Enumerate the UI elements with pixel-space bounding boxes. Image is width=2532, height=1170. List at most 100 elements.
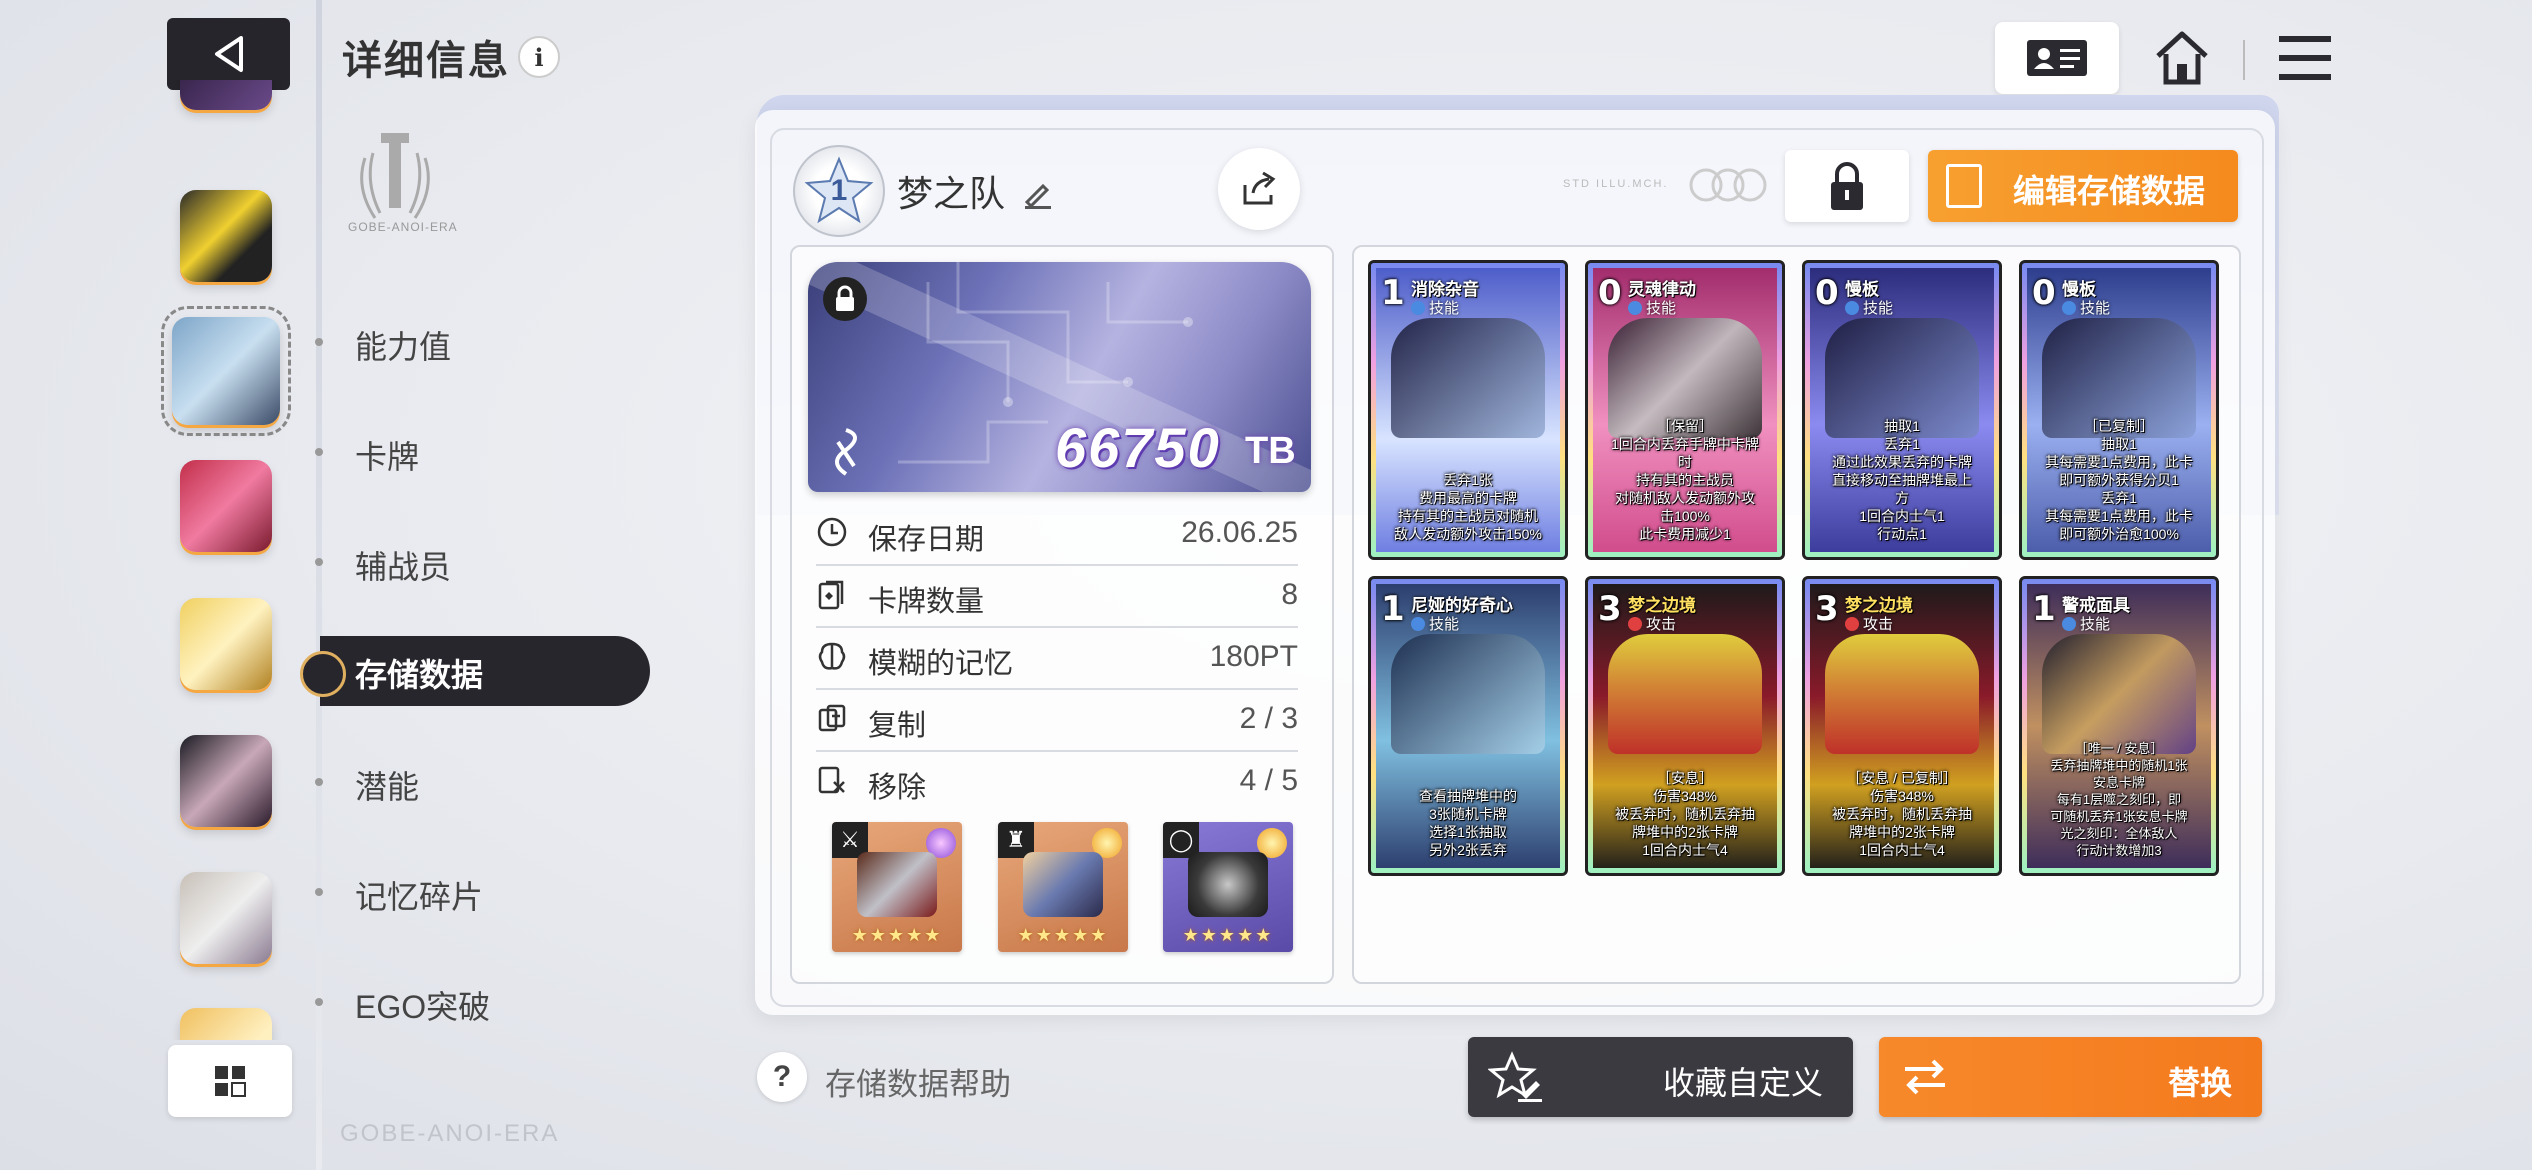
character-avatar[interactable] [180, 190, 272, 282]
nav-bullet [315, 998, 323, 1006]
stat-value: 8 [1281, 578, 1298, 611]
help-link[interactable]: 存储数据帮助 [825, 1059, 1011, 1104]
tb-lock-icon [823, 277, 867, 321]
equipment-slot-armor[interactable]: ♜ ★★★★★ [998, 822, 1128, 952]
rarity-stars: ★★★★★ [1017, 925, 1109, 945]
card-cost: 1 [1381, 589, 1405, 629]
card-type-label: 技能 [1863, 300, 1894, 317]
card-cost: 3 [1598, 589, 1622, 629]
card-type: 技能 [1411, 297, 1459, 318]
nav-item-cards[interactable]: 卡牌 [355, 432, 419, 478]
stat-label: 复制 [868, 710, 927, 742]
remove-icon [818, 766, 845, 794]
weapon-art [857, 852, 937, 917]
nav-item-support[interactable]: 辅战员 [355, 542, 451, 588]
card-type: 技能 [1628, 297, 1676, 318]
favorite-custom-label: 收藏自定义 [1662, 1065, 1823, 1101]
character-avatar[interactable] [180, 80, 272, 110]
skill-icon [2062, 617, 2076, 631]
nav-item-saved-data-label: 存储数据 [355, 657, 484, 693]
deck-card[interactable]: 3 梦之边境 攻击 ［安息］ 伤害348% 被丢弃时，随机丢弃抽 牌堆中的2张卡… [1585, 576, 1785, 876]
sidebar-divider [316, 0, 322, 1170]
edit-saved-data-button[interactable]: 编辑存储数据 [1928, 150, 2238, 222]
menu-icon[interactable] [2275, 30, 2335, 86]
character-avatar[interactable] [180, 872, 272, 964]
copy-icon [818, 704, 846, 732]
emblem-text: GOBE-ANOI-ERA [348, 220, 458, 234]
card-type: 攻击 [1845, 613, 1893, 634]
card-type-label: 技能 [1429, 616, 1460, 633]
rarity-stars: ★★★★★ [851, 925, 943, 945]
stat-value: 26.06.25 [1181, 516, 1298, 549]
nav-item-stats[interactable]: 能力值 [355, 322, 451, 368]
card-type-label: 攻击 [1863, 616, 1894, 633]
character-avatar[interactable] [180, 598, 272, 690]
character-avatar[interactable] [180, 460, 272, 552]
deck-card[interactable]: 3 梦之边境 攻击 ［安息 / 已复制］ 伤害348% 被丢弃时，随机丢弃抽 牌… [1802, 576, 2002, 876]
accessory-art [1188, 852, 1268, 917]
header-divider [2243, 40, 2245, 80]
deck-card[interactable]: 0 灵魂律动 技能 ［保留］ 1回合内丢弃手牌中卡牌 时 持有其的主战员 对随机… [1585, 260, 1785, 560]
deck-card[interactable]: 1 尼娅的好奇心 技能 查看抽牌堆中的 3张随机卡牌 选择1张抽取 另外2张丢弃 [1368, 576, 1568, 876]
bottom-logo: GOBE-ANOI-ERA [340, 1120, 560, 1147]
deck-card[interactable]: 0 慢板 技能 抽取1 丢弃1 通过此效果丢弃的卡牌 直接移动至抽牌堆最上 方 … [1802, 260, 2002, 560]
card-cost: 0 [1815, 273, 1839, 313]
card-description: 查看抽牌堆中的 3张随机卡牌 选择1张抽取 另外2张丢弃 [1419, 788, 1517, 858]
info-icon[interactable]: i [518, 36, 560, 78]
home-icon [2156, 31, 2208, 85]
character-list[interactable] [160, 80, 295, 1040]
profile-card-button[interactable] [1995, 22, 2119, 94]
stat-row-remove: 移除 4 / 5 [816, 750, 1298, 812]
deck-name[interactable]: 梦之队 [897, 165, 1055, 217]
card-cost: 3 [1815, 589, 1839, 629]
home-button[interactable] [2150, 26, 2214, 90]
star-edit-icon [1488, 1051, 1542, 1102]
help-icon[interactable]: ? [757, 1052, 807, 1102]
card-description: ［保留］ 1回合内丢弃手牌中卡牌 时 持有其的主战员 对随机敌人发动额外攻 击1… [1611, 418, 1759, 542]
card-type-label: 攻击 [1646, 616, 1677, 633]
card-description: ［安息 / 已复制］ 伤害348% 被丢弃时，随机丢弃抽 牌堆中的2张卡牌 1回… [1832, 770, 1972, 858]
nav-bullet [315, 338, 323, 346]
edit-saved-data-label: 编辑存储数据 [2013, 173, 2206, 209]
swap-button[interactable]: 替换 [1879, 1037, 2262, 1117]
nav-bullet [315, 448, 323, 456]
skill-icon [1845, 301, 1859, 315]
card-type-label: 技能 [1429, 300, 1460, 317]
stat-label: 模糊的记忆 [868, 648, 1014, 680]
tb-unit: TB [1245, 430, 1296, 472]
page-title: 详细信息 [342, 39, 510, 83]
deck-card[interactable]: 0 慢板 技能 ［已复制］ 抽取1 其每需要1点费用，此卡 即可额外获得分贝1 … [2019, 260, 2219, 560]
character-avatar[interactable] [180, 1008, 272, 1040]
card-type: 攻击 [1628, 613, 1676, 634]
grid-view-button[interactable] [168, 1045, 292, 1117]
stat-row-save-date: 保存日期 26.06.25 [816, 502, 1298, 566]
skill-icon [1411, 617, 1425, 631]
lock-button[interactable] [1785, 150, 1909, 222]
deck-name-text: 梦之队 [897, 173, 1006, 214]
character-avatar-selected[interactable] [161, 306, 291, 436]
nav-item-potential[interactable]: 潜能 [355, 762, 419, 808]
nav-bullet [315, 888, 323, 896]
share-button[interactable] [1218, 148, 1300, 230]
pencil-icon[interactable] [1021, 176, 1055, 210]
nav-item-ego-breakthrough[interactable]: EGO突破 [355, 982, 490, 1028]
favorite-custom-button[interactable]: 收藏自定义 [1468, 1037, 1853, 1117]
link-rings-icon [1689, 168, 1767, 202]
rarity-stars: ★★★★★ [1182, 925, 1274, 945]
share-icon [1243, 171, 1276, 205]
equipment-slot-weapon[interactable]: ⚔ ★★★★★ [832, 822, 962, 952]
stat-row-copy: 复制 2 / 3 [816, 688, 1298, 752]
equipment-slot-accessory[interactable]: ◯ ★★★★★ [1163, 822, 1293, 952]
character-avatar[interactable] [180, 735, 272, 827]
deck-card[interactable]: 1 警戒面具 技能 ［唯一 / 安息］ 丢弃抽牌堆中的随机1张 安息卡牌 每有1… [2019, 576, 2219, 876]
swap-label: 替换 [2167, 1065, 2232, 1101]
deck-card[interactable]: 1 消除杂音 技能 丢弃1张 费用最高的卡牌 持有其的主战员对随机 敌人发动额外… [1368, 260, 1568, 560]
nav-item-memory-fragments[interactable]: 记忆碎片 [355, 872, 483, 918]
stat-row-fuzzy-memory: 模糊的记忆 180PT [816, 626, 1298, 690]
lock-status-label: STD ILLU.MCH. [1563, 178, 1669, 190]
card-type-label: 技能 [1646, 300, 1677, 317]
stat-value: 180PT [1209, 640, 1298, 673]
skill-icon [1411, 301, 1425, 315]
card-description: ［安息］ 伤害348% 被丢弃时，随机丢弃抽 牌堆中的2张卡牌 1回合内士气4 [1615, 770, 1755, 858]
swap-arrows-icon [1905, 1059, 1945, 1095]
